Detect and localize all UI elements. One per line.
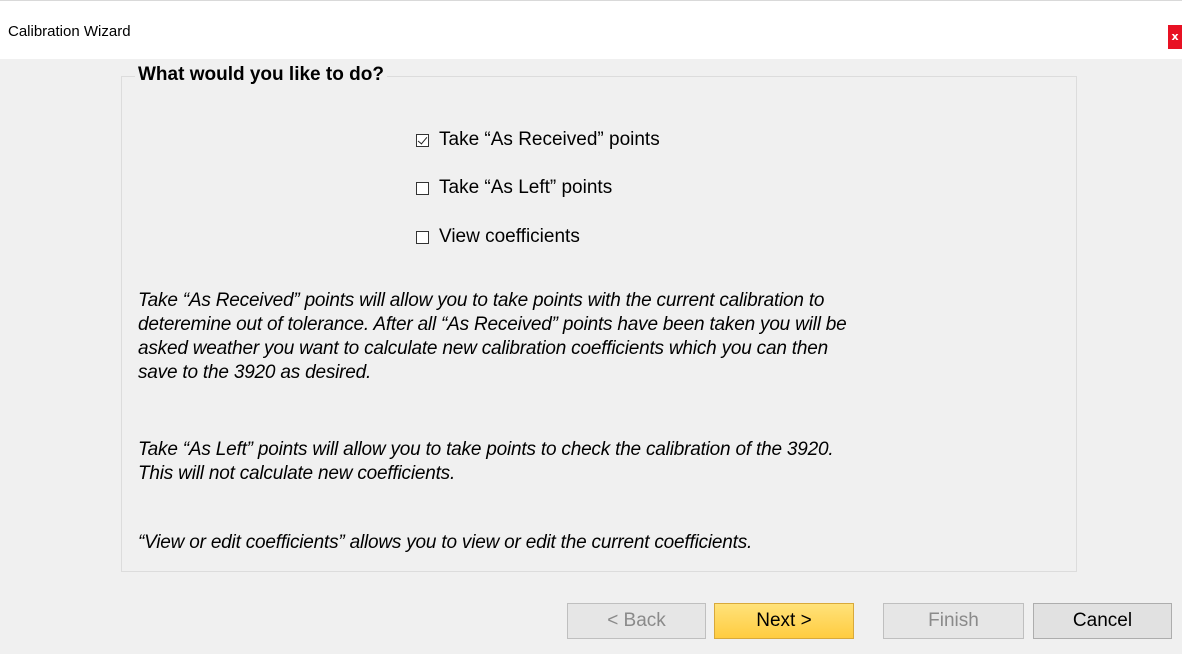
as-left-checkbox[interactable]	[416, 181, 429, 195]
close-button[interactable]: x	[1168, 25, 1182, 49]
group-title: What would you like to do?	[135, 64, 387, 86]
title-bar: Calibration Wizard x	[0, 0, 1182, 59]
finish-button[interactable]: Finish	[883, 603, 1024, 639]
back-button[interactable]: < Back	[567, 603, 706, 639]
option-as-received[interactable]: Take “As Received” points	[416, 129, 660, 151]
as-received-description: Take “As Received” points will allow you…	[138, 289, 1058, 385]
next-button[interactable]: Next >	[714, 603, 854, 639]
as-received-label: Take “As Received” points	[439, 129, 660, 150]
option-as-left[interactable]: Take “As Left” points	[416, 177, 612, 199]
close-icon: x	[1171, 30, 1179, 43]
cancel-button[interactable]: Cancel	[1033, 603, 1172, 639]
window-title: Calibration Wizard	[8, 23, 131, 40]
view-coefficients-checkbox[interactable]	[416, 230, 429, 244]
view-coefficients-label: View coefficients	[439, 226, 580, 247]
as-left-label: Take “As Left” points	[439, 177, 613, 198]
description-line: asked weather you want to calculate new …	[138, 338, 828, 359]
as-received-checkbox[interactable]	[416, 133, 429, 147]
option-view-coefficients[interactable]: View coefficients	[416, 226, 580, 248]
coefficients-description: “View or edit coefficients” allows you t…	[138, 531, 1058, 555]
as-left-description: Take “As Left” points will allow you to …	[138, 438, 1058, 486]
description-line: “View or edit coefficients” allows you t…	[138, 532, 753, 553]
description-line: Take “As Left” points will allow you to …	[138, 439, 834, 460]
calibration-wizard-window: Calibration Wizard x What would you like…	[0, 0, 1182, 654]
description-line: This will not calculate new coefficients…	[138, 463, 456, 484]
description-line: deteremine out of tolerance. After all “…	[138, 314, 847, 335]
description-line: Take “As Received” points will allow you…	[138, 290, 825, 311]
description-line: save to the 3920 as desired.	[138, 362, 372, 383]
